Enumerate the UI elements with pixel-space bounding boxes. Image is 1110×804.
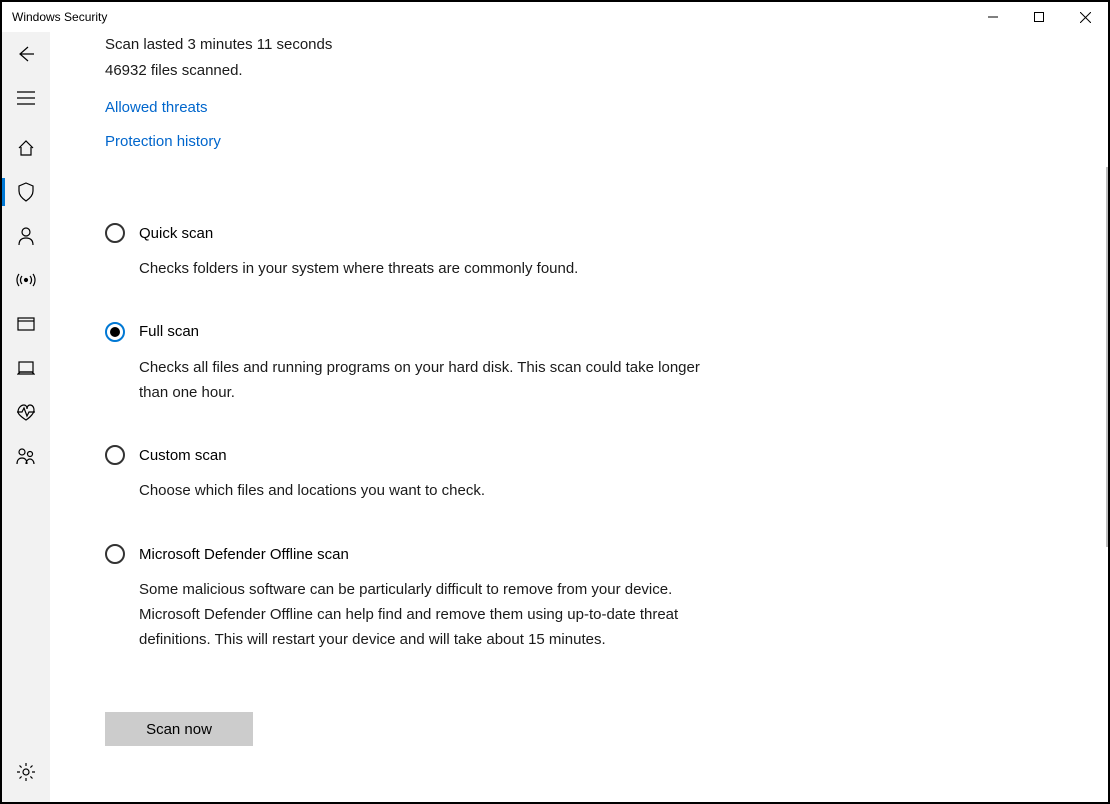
nav-settings[interactable] (2, 750, 50, 794)
radio-full-scan[interactable]: Full scan (105, 322, 725, 342)
option-desc: Some malicious software can be particula… (139, 578, 719, 652)
scan-files: 46932 files scanned. (105, 58, 1108, 84)
allowed-threats-link[interactable]: Allowed threats (105, 99, 208, 116)
close-button[interactable] (1062, 2, 1108, 32)
scan-summary: Scan lasted 3 minutes 11 seconds 46932 f… (105, 32, 1108, 83)
option-title: Quick scan (139, 225, 213, 242)
main-content: Scan lasted 3 minutes 11 seconds 46932 f… (50, 32, 1108, 802)
hamburger-menu-button[interactable] (2, 76, 50, 120)
nav-family-options[interactable] (2, 434, 50, 478)
option-offline-scan: Microsoft Defender Offline scan Some mal… (105, 544, 725, 652)
radio-icon (105, 322, 125, 342)
nav-device-security[interactable] (2, 346, 50, 390)
radio-icon (105, 223, 125, 243)
maximize-button[interactable] (1016, 2, 1062, 32)
protection-history-link[interactable]: Protection history (105, 133, 221, 150)
nav-virus-protection[interactable] (2, 170, 50, 214)
nav-home[interactable] (2, 126, 50, 170)
option-full-scan: Full scan Checks all files and running p… (105, 322, 725, 406)
radio-icon (105, 445, 125, 465)
nav-account-protection[interactable] (2, 214, 50, 258)
option-title: Microsoft Defender Offline scan (139, 546, 349, 563)
radio-icon (105, 544, 125, 564)
option-quick-scan: Quick scan Checks folders in your system… (105, 223, 725, 282)
window-controls (970, 2, 1108, 32)
option-desc: Checks all files and running programs on… (139, 356, 719, 406)
option-desc: Checks folders in your system where thre… (139, 257, 719, 282)
option-title: Full scan (139, 323, 199, 340)
titlebar: Windows Security (2, 2, 1108, 32)
back-button[interactable] (2, 32, 50, 76)
scan-now-button[interactable]: Scan now (105, 712, 253, 746)
nav-app-browser[interactable] (2, 302, 50, 346)
radio-offline-scan[interactable]: Microsoft Defender Offline scan (105, 544, 725, 564)
radio-quick-scan[interactable]: Quick scan (105, 223, 725, 243)
scrollbar-indicator[interactable] (1106, 167, 1108, 547)
option-desc: Choose which files and locations you wan… (139, 479, 719, 504)
nav-firewall[interactable] (2, 258, 50, 302)
minimize-button[interactable] (970, 2, 1016, 32)
scan-options: Quick scan Checks folders in your system… (105, 223, 1108, 746)
window-title: Windows Security (12, 10, 107, 24)
scan-duration: Scan lasted 3 minutes 11 seconds (105, 32, 1108, 58)
option-custom-scan: Custom scan Choose which files and locat… (105, 445, 725, 504)
sidebar (2, 32, 50, 802)
option-title: Custom scan (139, 447, 227, 464)
nav-device-performance[interactable] (2, 390, 50, 434)
radio-custom-scan[interactable]: Custom scan (105, 445, 725, 465)
